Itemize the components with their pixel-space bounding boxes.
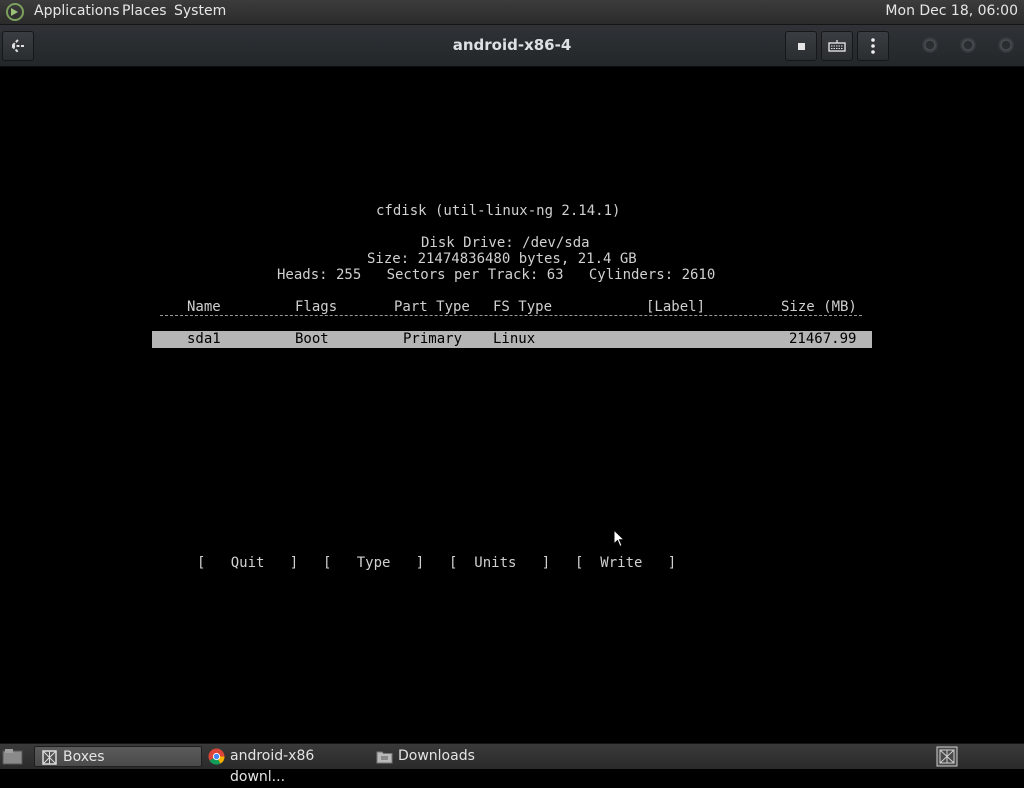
chrome-icon (208, 748, 225, 765)
maximize-button[interactable] (960, 37, 976, 53)
stop-icon (797, 42, 805, 50)
task-boxes[interactable]: Boxes (34, 746, 202, 767)
vertical-ellipsis-icon (871, 38, 875, 54)
disk-geometry-line: Heads: 255 Sectors per Track: 63 Cylinde… (277, 267, 716, 283)
keyboard-icon (828, 40, 846, 52)
col-header-size: Size (MB) (781, 299, 857, 315)
action-units-label: Units (474, 555, 517, 571)
task-boxes-label: Boxes (63, 749, 105, 765)
task-browser-label: android-x86 downl... (230, 748, 315, 785)
action-type-label: Type (356, 555, 391, 571)
task-downloads[interactable]: Downloads (370, 746, 538, 767)
properties-menu-button[interactable] (857, 31, 889, 61)
action-write-label: Write (600, 555, 643, 571)
mouse-cursor-icon (613, 529, 625, 548)
col-header-part-type: Part Type (394, 299, 470, 315)
top-panel: Applications Places System Mon Dec 18, 0… (0, 0, 1024, 25)
col-header-name: Name (187, 299, 221, 315)
action-type[interactable]: [ Type ] (323, 555, 424, 571)
col-header-flags: Flags (295, 299, 338, 315)
action-units[interactable]: [ Units ] (449, 555, 550, 571)
menu-places[interactable]: Places (122, 3, 167, 19)
disk-drive-line: Disk Drive: /dev/sda (421, 235, 590, 251)
mate-logo-icon[interactable] (6, 3, 24, 21)
minimize-button[interactable] (922, 37, 938, 53)
partition-flags: Boot (295, 331, 329, 347)
menu-system[interactable]: System (174, 3, 226, 19)
partition-size: 21467.99 (789, 331, 857, 347)
boxes-icon (42, 750, 57, 765)
partition-part-type: Primary (403, 331, 463, 347)
boxes-header-bar: android-x86-4 (0, 25, 1024, 67)
menu-applications[interactable]: Applications (34, 3, 120, 19)
task-browser[interactable]: android-x86 downl... (202, 746, 370, 785)
header-separator (160, 315, 862, 316)
action-quit[interactable]: [ Quit ] (197, 555, 298, 571)
cfdisk-title: cfdisk (util-linux-ng 2.14.1) (376, 203, 621, 219)
col-header-fs-type: FS Type (493, 299, 553, 315)
partition-row-selected[interactable]: sda1 Boot Primary Linux 21467.99 (152, 331, 872, 348)
folder-icon (376, 751, 393, 764)
vm-display[interactable]: cfdisk (util-linux-ng 2.14.1) Disk Drive… (0, 67, 1024, 743)
action-write[interactable]: [ Write ] (575, 555, 676, 571)
disk-size-line: Size: 21474836480 bytes, 21.4 GB (367, 251, 637, 267)
keyboard-button[interactable] (821, 31, 853, 61)
bottom-taskbar: Boxes android-x86 downl... Downloads (0, 743, 1024, 785)
back-arrow-icon (10, 39, 25, 53)
back-button[interactable] (2, 31, 34, 61)
partition-name: sda1 (187, 331, 221, 347)
task-downloads-label: Downloads (398, 748, 475, 764)
clock[interactable]: Mon Dec 18, 06:00 (885, 3, 1018, 19)
action-quit-label: Quit (230, 555, 265, 571)
partition-fs-type: Linux (493, 331, 536, 347)
show-desktop-icon[interactable] (2, 747, 24, 766)
close-button[interactable] (998, 37, 1014, 53)
workspace-switcher-icon[interactable] (936, 746, 958, 767)
stop-button[interactable] (785, 31, 817, 61)
col-header-label: [Label] (646, 299, 706, 315)
